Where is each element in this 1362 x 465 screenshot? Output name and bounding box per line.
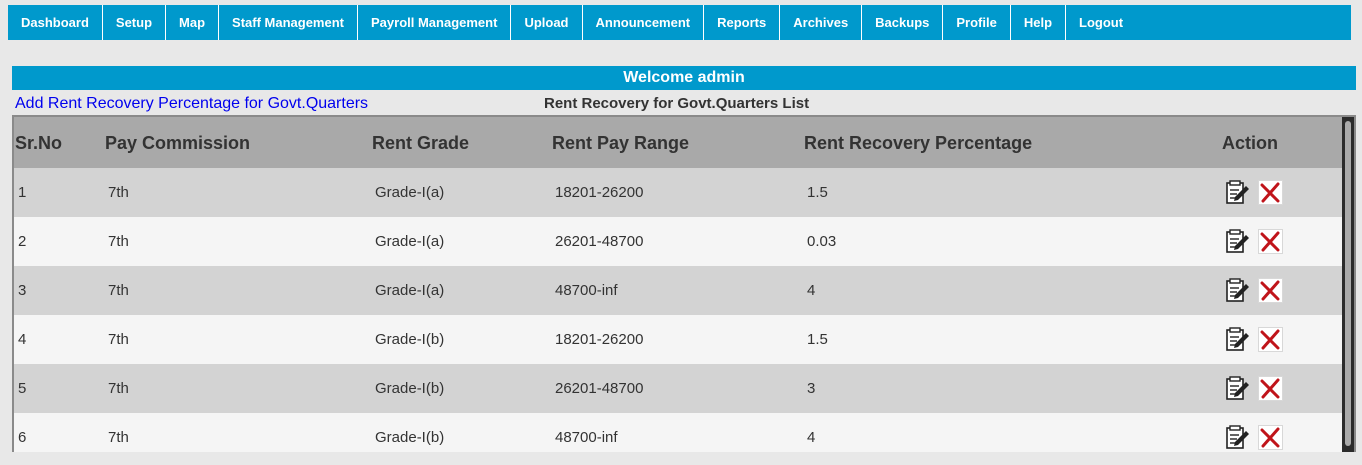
nav-archives[interactable]: Archives — [780, 5, 863, 40]
cell-percentage: 3 — [807, 380, 816, 397]
header-pay-commission: Pay Commission — [105, 133, 251, 153]
cell-pay-range: 48700-inf — [555, 282, 618, 299]
cell-srno: 2 — [18, 233, 27, 250]
table-row: 2 7th Grade-I(a) 26201-48700 0.03 — [14, 217, 1344, 266]
cell-rent-grade: Grade-I(b) — [375, 331, 445, 348]
table-header: Sr.No Pay Commission Rent Grade Rent Pay… — [14, 117, 1344, 168]
top-nav-bar: Dashboard Setup Map Staff Management Payroll… — [8, 5, 1351, 40]
delete-icon[interactable] — [1258, 278, 1283, 303]
cell-rent-grade: Grade-I(a) — [375, 233, 445, 250]
nav-help[interactable]: Help — [1011, 5, 1067, 40]
nav-payroll-management[interactable]: Payroll Management — [358, 5, 512, 40]
nav-backups[interactable]: Backups — [862, 5, 944, 40]
edit-icon[interactable] — [1225, 376, 1250, 401]
nav-profile[interactable]: Profile — [943, 5, 1011, 40]
welcome-banner: Welcome admin — [12, 66, 1356, 90]
edit-icon[interactable] — [1225, 278, 1250, 303]
edit-icon[interactable] — [1225, 229, 1250, 254]
nav-staff-management[interactable]: Staff Management — [219, 5, 358, 40]
cell-pay-commission: 7th — [108, 282, 129, 299]
cell-pay-range: 26201-48700 — [555, 380, 644, 397]
cell-pay-range: 48700-inf — [555, 429, 618, 446]
edit-icon[interactable] — [1225, 425, 1250, 450]
cell-percentage: 1.5 — [807, 184, 828, 201]
cell-pay-commission: 7th — [108, 429, 129, 446]
table-row: 3 7th Grade-I(a) 48700-inf 4 — [14, 266, 1344, 315]
cell-rent-grade: Grade-I(b) — [375, 429, 445, 446]
cell-pay-commission: 7th — [108, 380, 129, 397]
delete-icon[interactable] — [1258, 327, 1283, 352]
cell-percentage: 4 — [807, 429, 816, 446]
nav-dashboard[interactable]: Dashboard — [8, 5, 103, 40]
cell-percentage: 0.03 — [807, 233, 837, 250]
nav-reports[interactable]: Reports — [704, 5, 781, 40]
cell-rent-grade: Grade-I(a) — [375, 184, 445, 201]
header-action: Action — [1222, 133, 1278, 153]
cell-srno: 4 — [18, 331, 27, 348]
cell-pay-commission: 7th — [108, 233, 129, 250]
cell-pay-range: 26201-48700 — [555, 233, 644, 250]
nav-upload[interactable]: Upload — [511, 5, 583, 40]
table-row: 5 7th Grade-I(b) 26201-48700 3 — [14, 364, 1344, 413]
cell-rent-grade: Grade-I(a) — [375, 282, 445, 299]
header-percentage: Rent Recovery Percentage — [804, 133, 1033, 153]
cell-percentage: 4 — [807, 282, 816, 299]
nav-logout[interactable]: Logout — [1066, 5, 1136, 40]
add-rent-recovery-link[interactable]: Add Rent Recovery Percentage for Govt.Qu… — [15, 95, 368, 113]
cell-percentage: 1.5 — [807, 331, 828, 348]
header-rent-grade: Rent Grade — [372, 133, 470, 153]
nav-announcement[interactable]: Announcement — [583, 5, 705, 40]
table-row: 4 7th Grade-I(b) 18201-26200 1.5 — [14, 315, 1344, 364]
header-srno: Sr.No — [15, 133, 63, 153]
delete-icon[interactable] — [1258, 180, 1283, 205]
cell-srno: 1 — [18, 184, 27, 201]
edit-icon[interactable] — [1225, 327, 1250, 352]
scrollbar-thumb[interactable] — [1345, 121, 1351, 446]
rent-recovery-table: Sr.No Pay Commission Rent Grade Rent Pay… — [12, 115, 1356, 452]
cell-srno: 6 — [18, 429, 27, 446]
edit-icon[interactable] — [1225, 180, 1250, 205]
cell-pay-commission: 7th — [108, 184, 129, 201]
nav-map[interactable]: Map — [166, 5, 220, 40]
delete-icon[interactable] — [1258, 425, 1283, 450]
list-title: Rent Recovery for Govt.Quarters List — [544, 95, 810, 112]
header-pay-range: Rent Pay Range — [552, 133, 690, 153]
table-row: 1 7th Grade-I(a) 18201-26200 1.5 — [14, 168, 1344, 217]
delete-icon[interactable] — [1258, 376, 1283, 401]
nav-setup[interactable]: Setup — [103, 5, 167, 40]
cell-pay-range: 18201-26200 — [555, 184, 644, 201]
cell-rent-grade: Grade-I(b) — [375, 380, 445, 397]
vertical-scrollbar[interactable] — [1342, 117, 1354, 452]
delete-icon[interactable] — [1258, 229, 1283, 254]
cell-srno: 5 — [18, 380, 27, 397]
cell-pay-commission: 7th — [108, 331, 129, 348]
cell-pay-range: 18201-26200 — [555, 331, 644, 348]
table-row: 6 7th Grade-I(b) 48700-inf 4 — [14, 413, 1344, 452]
cell-srno: 3 — [18, 282, 27, 299]
